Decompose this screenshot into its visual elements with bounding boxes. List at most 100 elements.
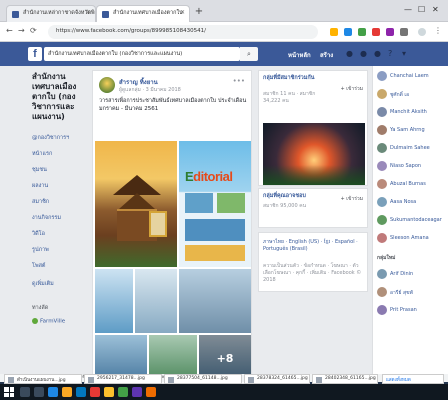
sidebar-item-videos[interactable]: วิดีโอ bbox=[32, 230, 45, 238]
browser-tab[interactable]: สำนักงานเหล่ากาชาดจังหวัดพิ ✕ bbox=[6, 5, 96, 22]
avatar[interactable] bbox=[99, 77, 115, 93]
post-meta[interactable]: ผู้ดูแลกลุ่ม · 3 มีนาคม 2018 bbox=[119, 86, 181, 94]
contact-name: Arif Dinin bbox=[390, 271, 414, 277]
nav-home-link[interactable]: หน้าหลัก bbox=[288, 50, 311, 60]
chat-contact[interactable]: ชูศักดิ์ เอ bbox=[377, 88, 447, 102]
chat-contact[interactable]: Niaso Sapon bbox=[377, 160, 447, 174]
close-icon[interactable]: ✕ bbox=[86, 9, 91, 16]
post-photo[interactable] bbox=[95, 269, 133, 333]
chat-contact[interactable]: Prit Prasan bbox=[377, 304, 447, 318]
app-icon[interactable] bbox=[146, 387, 156, 397]
show-all-downloads-button[interactable]: แสดงทั้งหมด bbox=[382, 374, 444, 384]
maximize-icon[interactable]: ☐ bbox=[418, 5, 425, 14]
download-item[interactable]: 2956217_31478...jpg bbox=[84, 374, 162, 384]
sidebar-item-members[interactable]: สมาชิก bbox=[32, 198, 49, 206]
browser-tab-active[interactable]: สำนักงานเทศบาลเมืองตากใบ ✕ bbox=[96, 5, 190, 22]
editorial-title: Editorial bbox=[185, 169, 233, 184]
forward-icon[interactable]: → bbox=[18, 26, 25, 35]
chat-contact[interactable]: Abuzal Burnas bbox=[377, 178, 447, 192]
new-tab-button[interactable]: + bbox=[192, 7, 206, 19]
extension-icon[interactable] bbox=[386, 28, 394, 36]
footer-links[interactable]: ความเป็นส่วนตัว · ข้อกำหนด · โฆษณา · ตัว… bbox=[263, 263, 367, 284]
menu-icon[interactable]: ⋮ bbox=[434, 26, 442, 35]
chat-contact[interactable]: Arif Dinin bbox=[377, 268, 447, 282]
post-photo[interactable]: Editorial bbox=[179, 141, 251, 267]
sidebar-item-works[interactable]: ผลงาน bbox=[32, 182, 48, 190]
more-options-icon[interactable]: ••• bbox=[233, 77, 245, 85]
app-icon[interactable] bbox=[132, 387, 142, 397]
store-icon[interactable] bbox=[76, 387, 86, 397]
extension-icon[interactable] bbox=[358, 28, 366, 36]
avatar bbox=[377, 125, 387, 135]
close-icon[interactable]: ✕ bbox=[180, 9, 185, 16]
group-title[interactable]: กลุ่มที่มีสมาชิกร่วมกัน bbox=[263, 75, 333, 82]
chat-sidebar: Chanchai Laem ชูศักดิ์ เอ Manchit Aksith… bbox=[372, 66, 448, 380]
tab-label: สำนักงานเทศบาลเมืองตากใบ bbox=[113, 10, 183, 16]
group-photo[interactable] bbox=[263, 123, 365, 185]
extension-icon[interactable] bbox=[344, 28, 352, 36]
back-icon[interactable]: ← bbox=[6, 26, 13, 35]
dropdown-icon[interactable]: ▾ bbox=[402, 49, 411, 58]
edge-icon[interactable] bbox=[48, 387, 58, 397]
app-icon[interactable] bbox=[118, 387, 128, 397]
chat-contact[interactable]: Aasa Nosa bbox=[377, 196, 447, 210]
chat-contact[interactable]: Sukumantodaceagar bbox=[377, 214, 447, 228]
download-item[interactable]: 28378324_61465...jpg bbox=[244, 374, 310, 384]
join-button[interactable]: + เข้าร่วม bbox=[340, 195, 363, 203]
extension-icon[interactable] bbox=[372, 28, 380, 36]
friends-icon[interactable]: ● bbox=[346, 49, 355, 58]
download-item[interactable]: 28402348_61165...jpg bbox=[312, 374, 378, 384]
post-photo[interactable] bbox=[95, 141, 177, 267]
sidebar-item-community[interactable]: ชุมชน bbox=[32, 166, 47, 174]
post-photo[interactable] bbox=[179, 269, 251, 333]
sidebar-item-home[interactable]: หน้าแรก bbox=[32, 150, 52, 158]
nav-create-link[interactable]: สร้าง bbox=[320, 50, 333, 60]
file-explorer-icon[interactable] bbox=[62, 387, 72, 397]
download-item[interactable]: ดำเนินงานแผนงาน...jpg bbox=[4, 374, 82, 384]
join-button[interactable]: + เข้าร่วม bbox=[340, 85, 363, 93]
facebook-logo-icon[interactable]: f bbox=[28, 47, 42, 61]
address-bar[interactable]: https://www.facebook.com/groups/89998510… bbox=[48, 25, 318, 39]
avatar bbox=[377, 143, 387, 153]
app-icon[interactable] bbox=[90, 387, 100, 397]
reload-icon[interactable]: ⟳ bbox=[30, 26, 37, 35]
chat-contact[interactable]: Dulmaim Sahee bbox=[377, 142, 447, 156]
chat-contact[interactable]: Ya Sam Ahrng bbox=[377, 124, 447, 138]
avatar bbox=[377, 71, 387, 81]
page-handle[interactable]: @กองวิชาการฯ bbox=[32, 134, 69, 142]
help-icon[interactable]: ? bbox=[388, 49, 397, 58]
language-links[interactable]: ภาษาไทย · English (US) · ខ្មែរ · Español… bbox=[263, 239, 367, 253]
search-icon[interactable] bbox=[20, 387, 30, 397]
minimize-icon[interactable]: — bbox=[404, 5, 412, 14]
shortcut-farmville[interactable]: FarmVille bbox=[32, 318, 65, 325]
file-icon bbox=[88, 377, 94, 383]
chat-contact[interactable]: Manchit Aksith bbox=[377, 106, 447, 120]
sidebar-item-photos[interactable]: รูปภาพ bbox=[32, 246, 49, 254]
download-name: 28377504_61148...jpg bbox=[177, 376, 228, 381]
chat-contact[interactable]: Chanchai Laem bbox=[377, 70, 447, 84]
search-input[interactable]: สำนักงานเทศบาลเมืองตากใบ (กองวิชาการและแ… bbox=[44, 47, 240, 61]
magazine-image bbox=[185, 219, 245, 241]
group-title[interactable]: กลุ่มที่คุณอาจชอบ bbox=[263, 193, 333, 200]
profile-avatar[interactable] bbox=[418, 28, 426, 36]
sidebar-item-posts[interactable]: โพสต์ bbox=[32, 262, 46, 270]
chat-contact[interactable]: อารีย์ สุขพั bbox=[377, 286, 447, 300]
search-icon[interactable]: ⌕ bbox=[240, 47, 258, 61]
download-item[interactable]: 28377504_61148...jpg bbox=[164, 374, 242, 384]
task-view-icon[interactable] bbox=[34, 387, 44, 397]
sidebar-item-events[interactable]: งานกิจกรรม bbox=[32, 214, 61, 222]
sidebar-item-see-more[interactable]: ดูเพิ่มเติม bbox=[32, 280, 54, 288]
chrome-icon[interactable] bbox=[104, 387, 114, 397]
star-icon[interactable] bbox=[330, 28, 338, 36]
facebook-header: f สำนักงานเทศบาลเมืองตากใบ (กองวิชาการแล… bbox=[0, 42, 448, 66]
editorial-word: ditorial bbox=[193, 169, 233, 184]
windows-start-icon[interactable] bbox=[4, 387, 14, 397]
extension-icon[interactable] bbox=[400, 28, 408, 36]
file-icon bbox=[316, 377, 322, 383]
post-photo[interactable] bbox=[135, 269, 177, 333]
contact-name: อารีย์ สุขพั bbox=[390, 290, 413, 296]
chat-contact[interactable]: Sleeson Amana bbox=[377, 232, 447, 246]
window-close-icon[interactable]: ✕ bbox=[432, 5, 439, 14]
notifications-icon[interactable]: ● bbox=[374, 49, 383, 58]
messenger-icon[interactable]: ● bbox=[360, 49, 369, 58]
